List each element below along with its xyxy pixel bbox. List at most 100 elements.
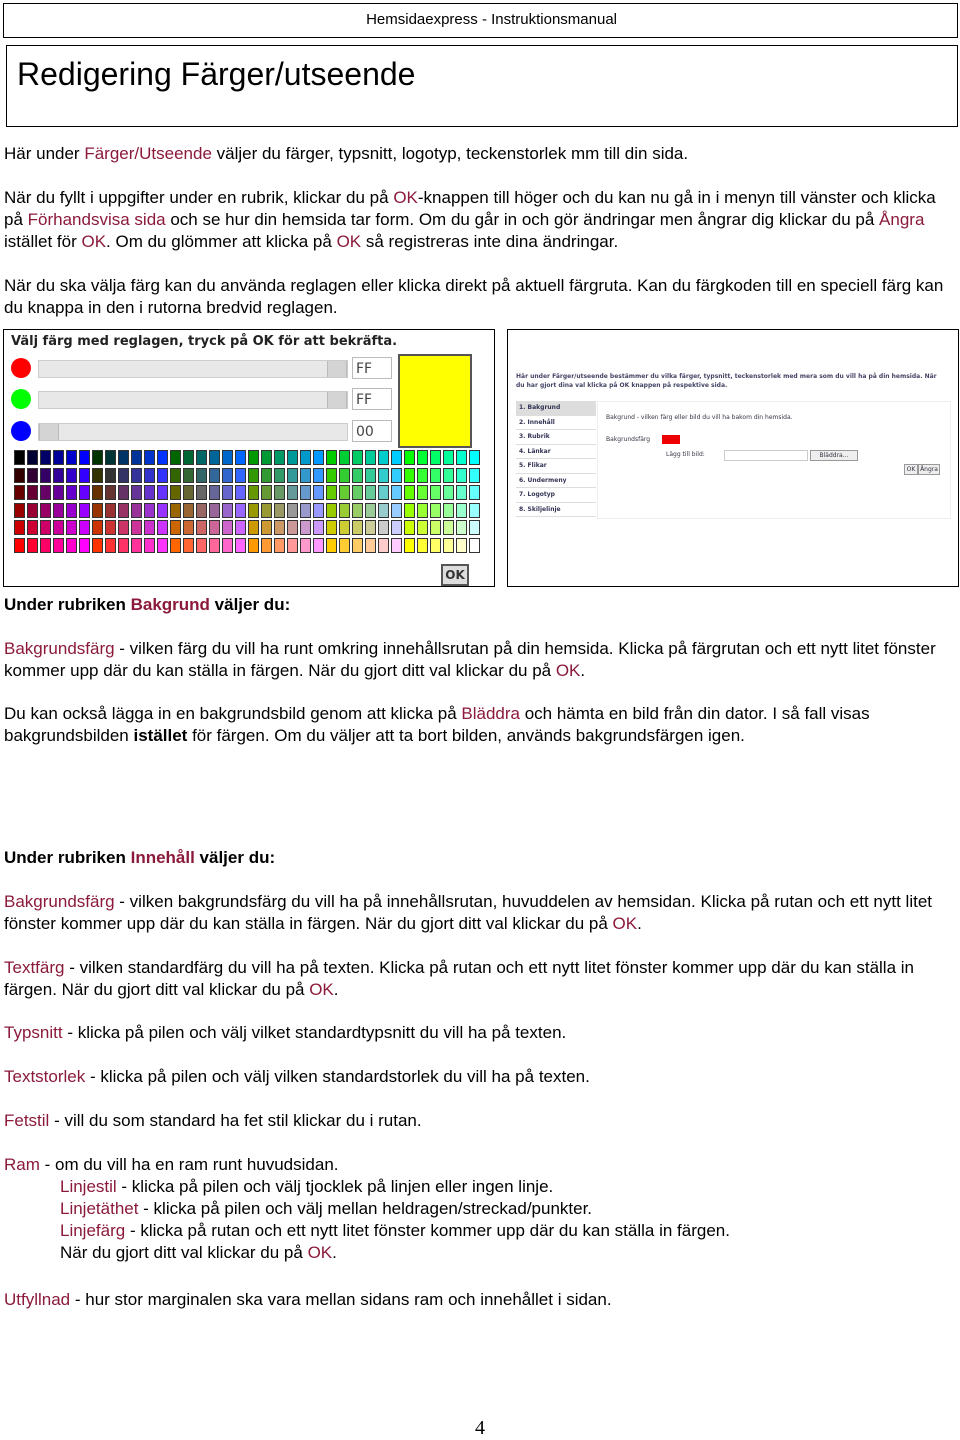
term: Textfärg <box>4 958 65 977</box>
text: . <box>333 980 339 999</box>
color-swatch <box>53 537 64 553</box>
color-swatch <box>144 467 155 483</box>
term: Bakgrundsfärg <box>4 892 115 911</box>
color-swatch <box>157 537 168 553</box>
color-swatch <box>391 537 402 553</box>
color-swatch <box>92 450 103 465</box>
color-swatch <box>209 537 220 553</box>
color-swatch <box>313 520 324 535</box>
color-swatch <box>391 502 402 518</box>
color-swatch <box>378 450 389 465</box>
term: Utfyllnad <box>4 1290 71 1309</box>
term: Ram <box>4 1155 40 1174</box>
text: - klicka på pilen och välj tjocklek på l… <box>116 1177 554 1196</box>
color-swatch <box>404 485 415 500</box>
color-swatch <box>300 450 311 465</box>
color-swatch <box>105 502 116 518</box>
red-slider <box>38 360 348 378</box>
color-swatch <box>157 485 168 500</box>
green-slider <box>38 391 348 409</box>
color-swatch <box>170 520 181 535</box>
color-swatch <box>118 450 129 465</box>
color-swatch <box>378 537 389 553</box>
color-swatch <box>196 467 207 483</box>
text: - hur stor marginalen ska vara mellan si… <box>70 1290 612 1309</box>
color-swatch <box>469 485 480 500</box>
term: Linjefärg <box>60 1221 126 1240</box>
color-swatch <box>339 520 350 535</box>
color-swatch <box>66 520 77 535</box>
text: - vill du som standard ha fet stil klick… <box>49 1111 422 1130</box>
text: för färgen. Om du väljer att ta bort bil… <box>187 726 745 745</box>
color-swatch <box>209 520 220 535</box>
line: När du gjort ditt val klickar du på OK. <box>4 1242 958 1264</box>
color-swatch <box>430 450 441 465</box>
color-swatch <box>144 537 155 553</box>
page-number: 4 <box>475 1417 485 1439</box>
color-swatch <box>391 485 402 500</box>
color-swatch-grid <box>14 450 480 553</box>
color-swatch <box>326 520 337 535</box>
color-swatch <box>443 502 454 518</box>
color-swatch <box>300 520 311 535</box>
color-swatch <box>261 450 272 465</box>
text: - klicka på pilen och välj mellan heldra… <box>138 1199 593 1218</box>
color-swatch <box>365 467 376 483</box>
color-swatch <box>365 520 376 535</box>
paragraph: Fetstil - vill du som standard ha fet st… <box>4 1110 958 1132</box>
color-swatch <box>469 520 480 535</box>
menu-item: 7. Logotyp <box>516 488 596 503</box>
text: Under rubriken <box>4 595 131 614</box>
paragraph: Typsnitt - klicka på pilen och välj vilk… <box>4 1022 958 1044</box>
menu-item: 6. Undermeny <box>516 474 596 488</box>
text: När du fyllt i uppgifter under en rubrik… <box>4 188 394 207</box>
menu-item: 8. Skiljelinje <box>516 503 596 517</box>
color-swatch <box>274 485 285 500</box>
color-swatch <box>365 485 376 500</box>
ok-term: OK <box>393 188 418 207</box>
color-swatch <box>14 537 25 553</box>
color-swatch <box>222 450 233 465</box>
color-swatch <box>53 485 64 500</box>
color-swatch <box>326 502 337 518</box>
color-swatch <box>352 467 363 483</box>
color-swatch <box>313 537 324 553</box>
blue-slider <box>38 423 348 441</box>
paragraph: Utfyllnad - hur stor marginalen ska vara… <box>4 1289 958 1311</box>
color-swatch <box>339 467 350 483</box>
menu-item: 3. Rubrik <box>516 430 596 445</box>
color-swatch <box>365 450 376 465</box>
color-swatch <box>391 467 402 483</box>
color-swatch <box>14 485 25 500</box>
color-swatch <box>157 520 168 535</box>
text: istället för <box>4 232 82 251</box>
color-swatch <box>170 467 181 483</box>
color-swatch <box>339 485 350 500</box>
ram-paragraph: Ram - om du vill ha en ram runt huvudsid… <box>4 1154 958 1264</box>
color-swatch <box>235 467 246 483</box>
bakgrund-heading: Under rubriken Bakgrund väljer du: <box>4 594 958 616</box>
innehall-heading: Under rubriken Innehåll väljer du: <box>4 847 958 869</box>
text: väljer du färger, typsnitt, logotyp, tec… <box>211 144 689 163</box>
color-swatch <box>79 502 90 518</box>
color-swatch <box>235 502 246 518</box>
color-swatch <box>157 450 168 465</box>
color-swatch <box>391 450 402 465</box>
color-swatch <box>417 537 428 553</box>
menu-item: 1. Bakgrund <box>516 401 596 416</box>
menu-item: 4. Länkar <box>516 445 596 459</box>
color-swatch <box>430 520 441 535</box>
text: - om du vill ha en ram runt huvudsidan. <box>39 1155 339 1174</box>
color-swatch <box>248 485 259 500</box>
color-swatch <box>456 502 467 518</box>
color-swatch <box>300 502 311 518</box>
link-farger-utseende: Färger/Utseende <box>84 144 212 163</box>
color-swatch <box>404 450 415 465</box>
color-swatch <box>287 502 298 518</box>
color-swatch <box>118 485 129 500</box>
color-swatch <box>430 485 441 500</box>
color-swatch <box>235 450 246 465</box>
color-swatch <box>300 467 311 483</box>
color-swatch <box>469 502 480 518</box>
text: . <box>332 1243 337 1262</box>
